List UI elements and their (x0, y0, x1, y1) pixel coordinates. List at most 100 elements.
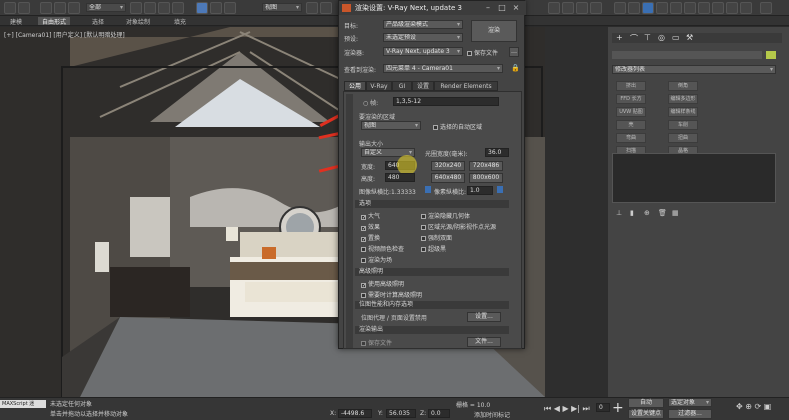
object-color-swatch[interactable] (766, 51, 776, 59)
named-selection-icon[interactable] (614, 2, 626, 14)
angle-snap-icon[interactable] (562, 2, 574, 14)
pivot-icon[interactable] (306, 2, 318, 14)
advanced-lighting-header[interactable]: 高级照明 (355, 268, 509, 276)
option-displacement[interactable]: ✓ 置换 (361, 233, 380, 243)
render-production-icon[interactable] (740, 2, 752, 14)
option-atmospherics[interactable]: ✓ 大气 (361, 211, 380, 221)
layer-explorer-icon[interactable] (656, 2, 668, 14)
res-800x600-button[interactable]: 800x600 (469, 173, 503, 183)
select-by-name-icon[interactable] (144, 2, 156, 14)
select-manipulate-icon[interactable] (320, 2, 332, 14)
close-icon[interactable]: × (511, 3, 521, 13)
playback-controls[interactable]: ⏮ ◀ ▶ ▶| ⏭ (544, 404, 590, 414)
tab-gi[interactable]: GI (392, 81, 412, 91)
curve-editor-icon[interactable] (670, 2, 682, 14)
modifier-extrude-button[interactable]: 挤出 (616, 81, 646, 91)
modify-icon[interactable]: ⌒ (630, 33, 638, 44)
configure-sets-icon[interactable]: ▦ (672, 209, 679, 217)
redo-icon[interactable] (18, 2, 30, 14)
rectangular-selection-icon[interactable] (158, 2, 170, 14)
minimize-icon[interactable]: – (483, 3, 493, 13)
window-crossing-icon[interactable] (172, 2, 184, 14)
save-file-browse-button[interactable]: … (509, 47, 519, 57)
modifier-edit-spline-button[interactable]: 编辑样条线 (668, 107, 698, 117)
add-time-tag[interactable]: 添加时间标记 (474, 410, 510, 419)
target-dropdown[interactable]: 产品级渲染模式 (383, 20, 463, 29)
save-file-checkbox[interactable]: 保存文件 (467, 48, 498, 57)
motion-icon[interactable]: ◎ (658, 33, 665, 42)
key-filter-dropdown[interactable]: 选定对象 (668, 398, 712, 407)
render-setup-icon[interactable] (712, 2, 724, 14)
show-end-result-icon[interactable]: ▮ (630, 209, 634, 217)
maximize-icon[interactable]: □ (497, 3, 507, 13)
files-button[interactable]: 文件... (467, 337, 501, 347)
frames-radio[interactable]: ○ 帧: (363, 98, 378, 107)
res-320x240-button[interactable]: 320x240 (431, 161, 465, 171)
set-key-button[interactable]: 设置关键点 (628, 409, 664, 419)
res-640x480-button[interactable]: 640x480 (431, 173, 465, 183)
mirror-icon[interactable] (628, 2, 640, 14)
teapot-render-icon[interactable] (760, 2, 772, 14)
modifier-lathe-button[interactable]: 车削 (668, 120, 698, 130)
select-object-icon[interactable] (130, 2, 142, 14)
image-aspect-value[interactable]: 1.33333 (391, 189, 416, 196)
renderer-dropdown[interactable]: V-Ray Next, update 3 (383, 47, 463, 56)
current-frame-input[interactable]: 0 (596, 403, 610, 412)
tab-vray[interactable]: V-Ray (366, 81, 392, 91)
auto-region-checkbox[interactable]: 选择的自动区域 (433, 122, 482, 131)
create-icon[interactable]: + (616, 33, 623, 42)
viewport-label[interactable]: [+] [Camera01] [用户定义] [默认明暗处理] (4, 30, 125, 39)
bitmap-setup-button[interactable]: 设置... (467, 312, 501, 322)
set-key-plus-icon[interactable]: + (612, 400, 624, 416)
modifier-bevel-button[interactable]: 倒角 (668, 81, 698, 91)
unlink-icon[interactable] (54, 2, 66, 14)
make-unique-icon[interactable]: ⊕ (644, 209, 650, 217)
lock-view-icon[interactable]: 🔒 (511, 64, 520, 72)
option-area-lights[interactable]: 区域光源/阴影视作点光源 (421, 222, 496, 231)
option-render-hidden[interactable]: 渲染隐藏几何体 (421, 211, 470, 220)
percent-snap-icon[interactable] (576, 2, 588, 14)
aperture-input[interactable]: 36.0 (485, 148, 509, 157)
z-coordinate[interactable]: 0.0 (428, 409, 450, 418)
aspect-lock-icon[interactable] (425, 186, 431, 193)
panel-scrollbar[interactable] (346, 94, 353, 348)
tab-common[interactable]: 公用 (344, 81, 366, 91)
pixel-aspect-lock-icon[interactable] (497, 186, 503, 193)
y-coordinate[interactable]: 56.035 (386, 409, 416, 418)
display-icon[interactable]: ▭ (672, 33, 680, 42)
reference-coordinate-dropdown[interactable]: 视图 (262, 3, 302, 12)
remove-modifier-icon[interactable]: 🗑 (658, 209, 667, 217)
modifier-ffd-button[interactable]: FFD 长方 (616, 94, 646, 104)
frames-input[interactable]: 1,3,5-12 (393, 97, 499, 106)
auto-key-button[interactable]: 自动 (628, 398, 664, 408)
snaps-toggle-icon[interactable] (548, 2, 560, 14)
tab-populate[interactable]: 填充 (170, 17, 190, 26)
option-effects[interactable]: ✓ 效果 (361, 222, 380, 232)
modifier-bend-button[interactable]: 弯曲 (616, 133, 646, 143)
options-group-header[interactable]: 选项 (355, 200, 509, 208)
modifier-uvw-button[interactable]: UVW 贴图 (616, 107, 646, 117)
modifier-edit-poly-button[interactable]: 编辑多边形 (668, 94, 698, 104)
bind-space-warp-icon[interactable] (68, 2, 80, 14)
use-advanced-lighting-checkbox[interactable]: ✓ 使用高级照明 (361, 279, 404, 289)
area-to-render-dropdown[interactable]: 视图 (361, 121, 421, 130)
object-name-field[interactable] (612, 51, 762, 59)
hierarchy-icon[interactable]: ⊤ (644, 33, 651, 42)
option-render-fields[interactable]: 渲染为场 (361, 255, 392, 264)
modifier-list-dropdown[interactable]: 修改器列表 (612, 65, 776, 74)
preset-dropdown[interactable]: 未选定预设 (383, 33, 463, 42)
render-output-save-checkbox[interactable]: 保存文件 (361, 338, 392, 347)
link-icon[interactable] (40, 2, 52, 14)
render-button[interactable]: 渲染 (471, 20, 517, 42)
x-coordinate[interactable]: -4498.6 (338, 409, 372, 418)
utilities-icon[interactable]: ⚒ (686, 33, 693, 42)
schematic-view-icon[interactable] (684, 2, 696, 14)
selection-filter-dropdown[interactable]: 全部 (86, 3, 126, 12)
tab-render-elements[interactable]: Render Elements (434, 81, 498, 91)
option-super-black[interactable]: 超级黑 (421, 244, 446, 253)
material-editor-icon[interactable] (698, 2, 710, 14)
key-filters-button[interactable]: 过滤器... (668, 409, 712, 419)
rendered-frame-window-icon[interactable] (726, 2, 738, 14)
option-video-color-check[interactable]: 视频颜色检查 (361, 244, 404, 253)
modifier-twist-button[interactable]: 扭曲 (668, 133, 698, 143)
